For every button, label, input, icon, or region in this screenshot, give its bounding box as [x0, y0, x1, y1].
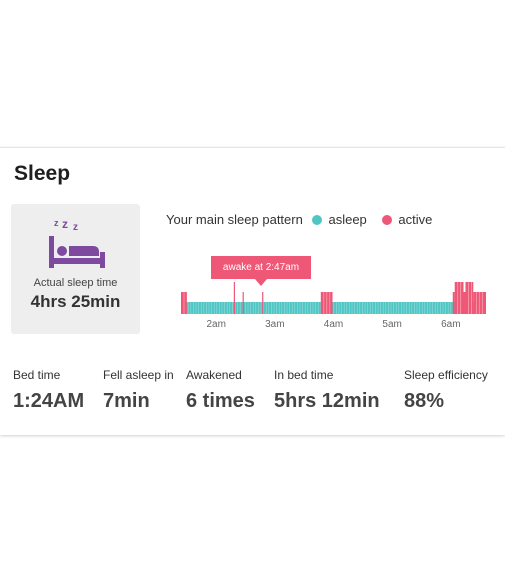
active-period-bar: [242, 292, 244, 314]
x-tick-label: 3am: [265, 319, 284, 330]
stat-in-bed-time: In bed time 5hrs 12min: [274, 368, 380, 413]
active-period-bar: [463, 292, 466, 314]
active-legend-dot: [382, 215, 393, 225]
active-period-bar: [465, 282, 474, 314]
stat-awakened: Awakened 6 times: [186, 368, 255, 413]
sleep-legend: Your main sleep pattern asleep active: [166, 212, 432, 227]
stat-sleep-efficiency: Sleep efficiency 88%: [404, 368, 488, 413]
awake-tooltip: awake at 2:47am: [211, 256, 311, 286]
active-period-bar: [454, 282, 464, 314]
stat-value: 1:24AM: [13, 390, 85, 412]
active-period-bar: [262, 292, 264, 314]
active-period-bar: [473, 292, 486, 314]
sleep-card: Sleep z z z Actual sleep time 4hrs 25min…: [0, 147, 505, 435]
active-period-bar: [233, 282, 235, 314]
stat-label: Awakened: [186, 368, 242, 382]
x-tick-label: 5am: [382, 319, 401, 330]
stat-value: 88%: [404, 390, 445, 412]
legend-asleep: asleep: [328, 212, 367, 227]
legend-active: active: [398, 212, 433, 227]
x-tick-label: 6am: [441, 319, 460, 330]
sleep-summary-box: z z z Actual sleep time 4hrs 25min: [11, 204, 140, 334]
legend-title: Your main sleep pattern: [166, 212, 303, 227]
actual-sleep-label: Actual sleep time: [33, 277, 118, 289]
stat-fell-asleep: Fell asleep in 7min: [103, 368, 174, 413]
actual-sleep-value: 4hrs 25min: [30, 292, 121, 311]
stat-value: 6 times: [186, 390, 255, 412]
stat-label: Fell asleep in: [103, 368, 174, 382]
stat-label: In bed time: [274, 368, 334, 382]
active-period-bar: [452, 292, 455, 314]
stat-value: 5hrs 12min: [274, 390, 380, 412]
stat-bed-time: Bed time 1:24AM: [13, 368, 84, 413]
x-tick-label: 2am: [206, 319, 225, 330]
stat-label: Sleep efficiency: [404, 368, 488, 382]
stat-value: 7min: [103, 390, 150, 412]
card-title: Sleep: [14, 162, 71, 185]
x-tick-label: 4am: [324, 319, 343, 330]
asleep-legend-dot: [312, 215, 323, 225]
sleeping-in-bed-icon: [49, 236, 105, 268]
stat-label: Bed time: [13, 368, 61, 382]
